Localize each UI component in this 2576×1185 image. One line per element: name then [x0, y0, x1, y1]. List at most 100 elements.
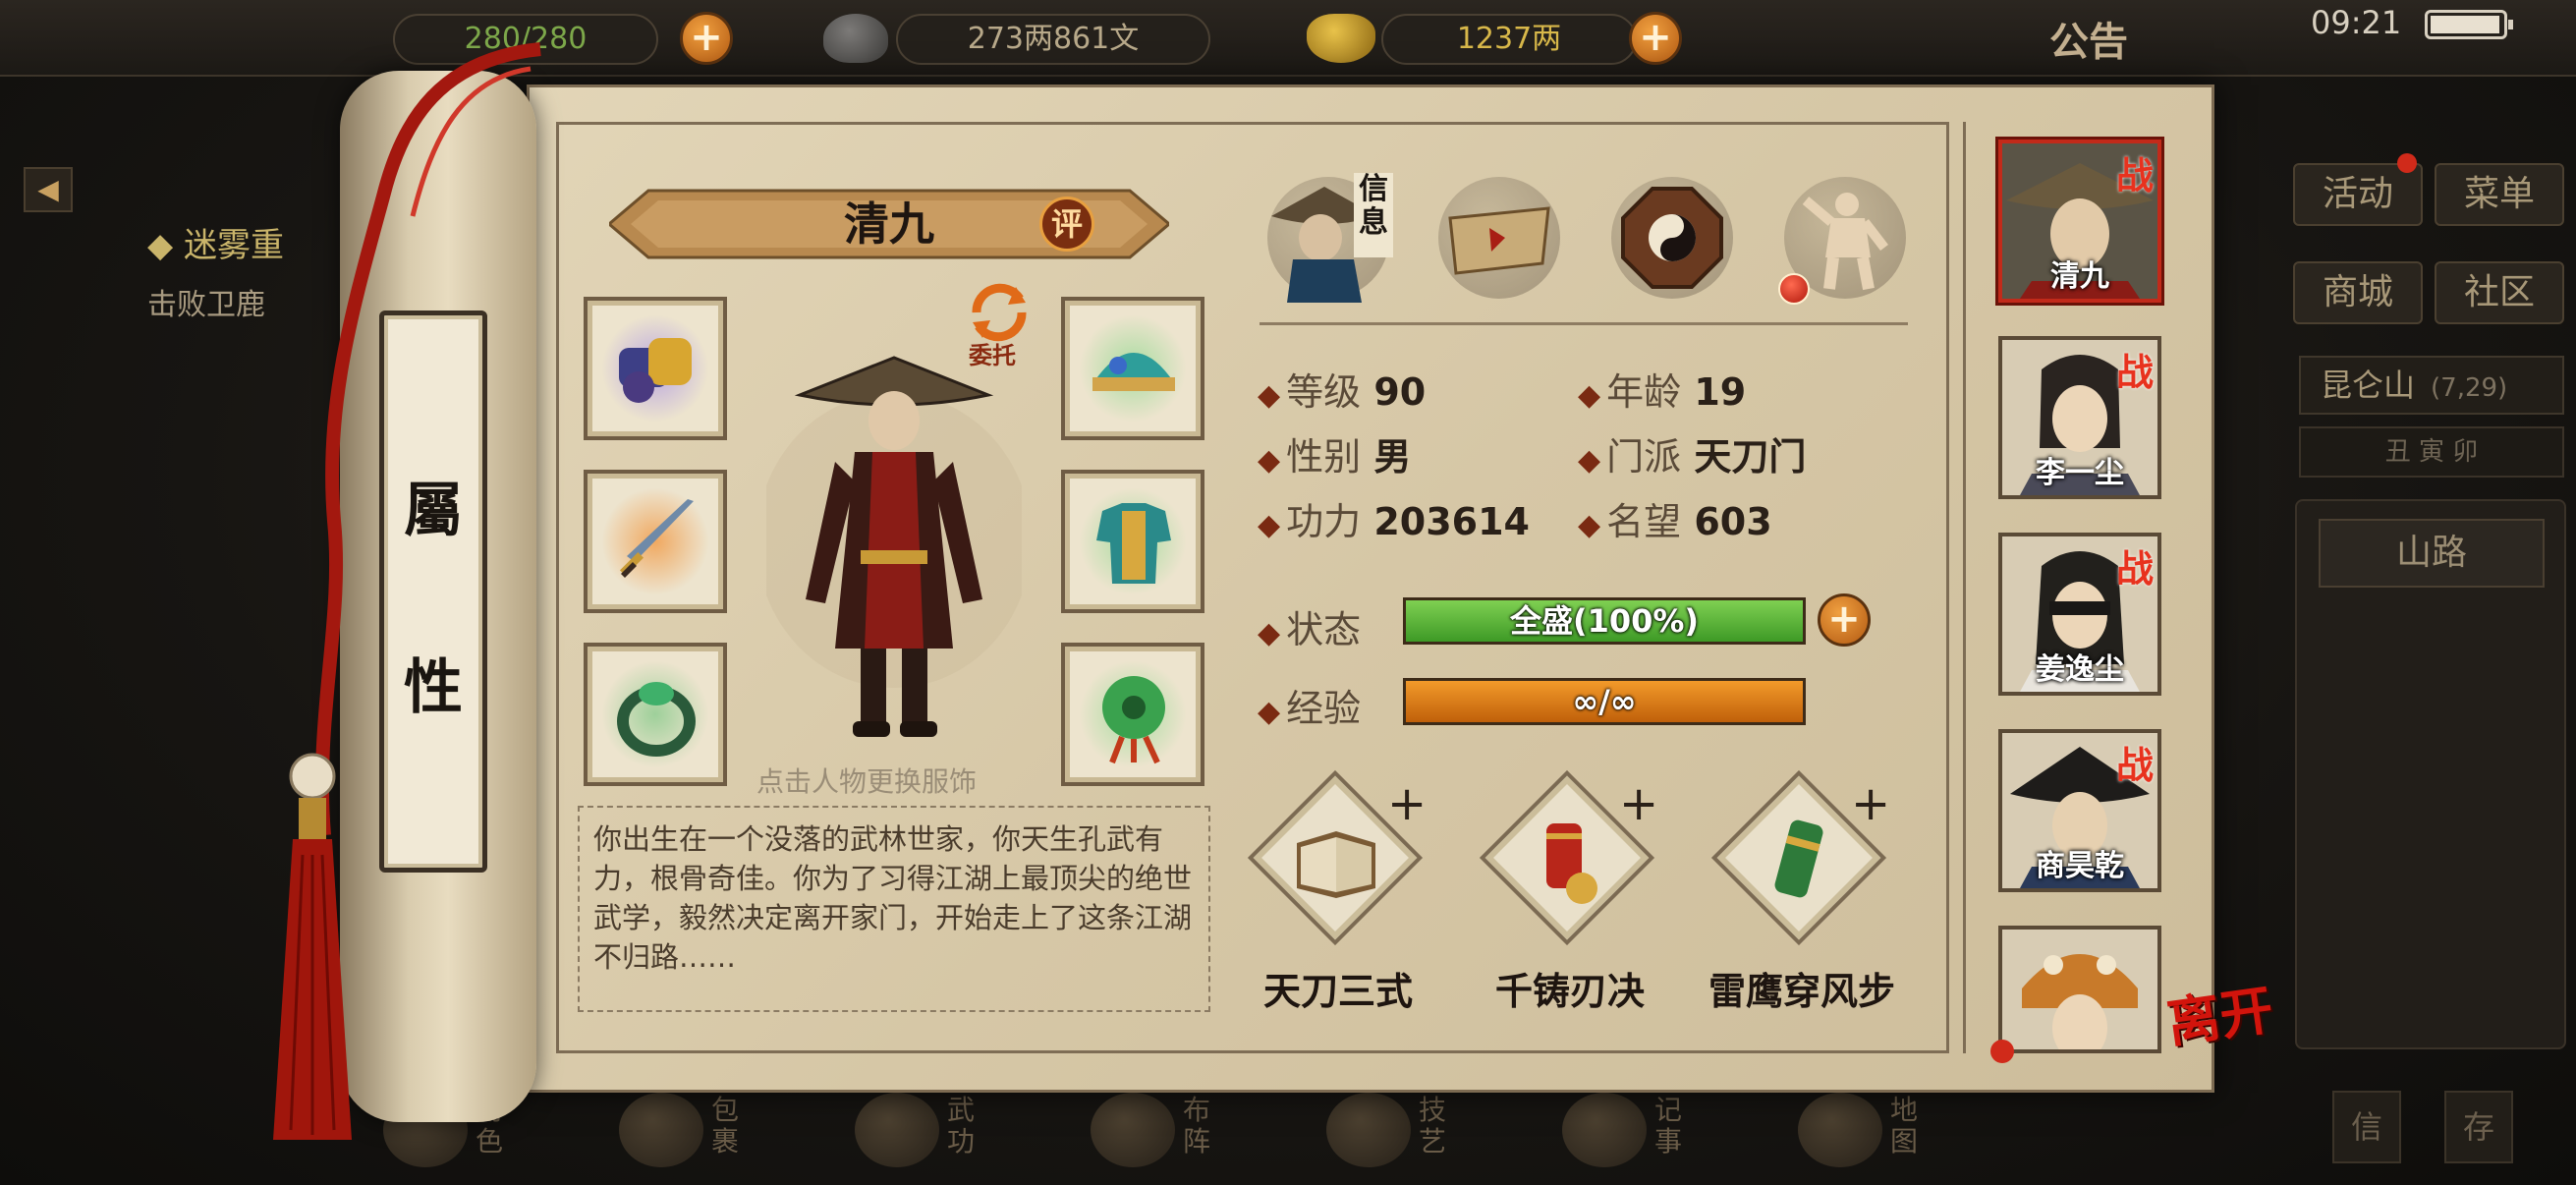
time-of-day-bar: 丑 寅 卯	[2299, 426, 2564, 478]
community-button[interactable]: 社区	[2435, 261, 2564, 324]
diamond-icon: ◆	[1258, 378, 1281, 413]
character-portrait[interactable]	[766, 324, 1022, 757]
scroll-map-icon	[1448, 206, 1550, 275]
map-icon	[1798, 1093, 1882, 1167]
nav-formation[interactable]: 布阵	[1081, 1083, 1267, 1181]
stat-gender: ◆ 性别 男	[1258, 426, 1411, 480]
formation-icon	[1091, 1093, 1175, 1167]
tab-meridian[interactable]	[1603, 169, 1741, 307]
bagua-icon	[1621, 187, 1723, 289]
nav-craft[interactable]: 技艺	[1316, 1083, 1503, 1181]
diamond-icon: ◆	[1578, 508, 1601, 542]
equip-slot-armor[interactable]	[1061, 470, 1204, 613]
stat-sect: ◆ 门派 天刀门	[1578, 426, 1806, 480]
member-name: 清九	[2050, 259, 2109, 294]
skill-slot-3[interactable]: + 雷鹰穿风步	[1704, 769, 1900, 1016]
stat-level: ◆ 等级 90	[1258, 362, 1426, 416]
attribute-tab[interactable]: 屬 性	[379, 310, 487, 873]
restore-state-button[interactable]: +	[1818, 593, 1871, 647]
attribute-tab-char-2: 性	[404, 653, 463, 722]
save-button[interactable]: 存	[2444, 1091, 2513, 1163]
exp-label: ◆ 经验	[1258, 678, 1361, 732]
nav-journal[interactable]: 记事	[1552, 1083, 1739, 1181]
skill-slot-1[interactable]: + 天刀三式	[1240, 769, 1436, 1016]
silver-coin-icon	[823, 14, 888, 63]
sword-icon	[619, 499, 694, 578]
member-5-red-dot	[1990, 1040, 2014, 1063]
add-skill-icon[interactable]: +	[1619, 780, 1658, 827]
diamond-icon: ◆	[1258, 443, 1281, 478]
attribute-tab-char-1: 屬	[404, 477, 463, 545]
equip-slot-ring[interactable]	[584, 643, 727, 786]
add-skill-icon[interactable]: +	[1851, 780, 1890, 827]
gold-ingot-icon	[1307, 14, 1375, 63]
route-panel: 山路	[2295, 499, 2566, 1049]
notice-button[interactable]: 公告	[2049, 10, 2128, 67]
menu-button[interactable]: 菜单	[2435, 163, 2564, 226]
equip-slot-helmet[interactable]	[1061, 297, 1204, 440]
green-scroll-icon	[1774, 819, 1823, 898]
add-gold-button[interactable]: +	[1629, 12, 1682, 65]
stat-fame: ◆ 名望 603	[1578, 491, 1772, 545]
evaluate-button[interactable]: 评	[1039, 197, 1094, 252]
nav-label: 地图	[1890, 1094, 1919, 1157]
battle-tag: 战	[2115, 350, 2154, 394]
state-label-text: 状态	[1286, 608, 1362, 651]
silver-display: 273两861文	[896, 14, 1210, 65]
gold-display: 1237两	[1381, 14, 1637, 65]
party-member-1[interactable]: 战 清九	[1998, 140, 2161, 303]
route-label: 山路	[2395, 533, 2467, 573]
add-skill-icon[interactable]: +	[1387, 780, 1427, 827]
craft-icon	[1326, 1093, 1411, 1167]
stat-label: 等级	[1286, 370, 1362, 414]
shop-button[interactable]: 商城	[2293, 261, 2423, 324]
equip-slot-gloves[interactable]	[584, 297, 727, 440]
exp-bar-text: ∞/∞	[1572, 683, 1637, 720]
party-member-2[interactable]: 战 李一尘	[1998, 336, 2161, 499]
nav-map[interactable]: 地图	[1788, 1083, 1975, 1181]
diamond-icon: ◆	[1258, 508, 1281, 542]
skill-name: 千铸刃决	[1494, 969, 1645, 1013]
stat-label: 性别	[1286, 435, 1362, 479]
tassel-decoration	[273, 753, 352, 1140]
diamond-icon: ◆	[1258, 616, 1281, 650]
battle-tag: 战	[2115, 153, 2154, 198]
martial-arts-icon	[855, 1093, 939, 1167]
battle-tag: 战	[2115, 546, 2154, 591]
skill-slot-2[interactable]: + 千铸刃决	[1472, 769, 1668, 1016]
tab-scroll[interactable]	[1430, 169, 1568, 307]
party-member-4[interactable]: 战 商昊乾	[1998, 729, 2161, 892]
location-name: 昆仑山	[2321, 367, 2416, 404]
tab-divider	[1260, 322, 1908, 325]
member-name: 姜逸尘	[2036, 652, 2124, 687]
add-stamina-button[interactable]: +	[680, 12, 733, 65]
leave-button[interactable]: 离开	[2163, 978, 2297, 1112]
location-display[interactable]: 昆仑山 (7,29)	[2299, 356, 2564, 415]
nav-label: 包裹	[711, 1094, 740, 1157]
nav-bag[interactable]: 包裹	[609, 1083, 796, 1181]
stat-value: 603	[1694, 500, 1772, 543]
nav-label: 技艺	[1419, 1094, 1447, 1157]
change-outfit-hint: 点击人物更换服饰	[756, 765, 978, 798]
info-tab-label: 信息	[1354, 173, 1393, 257]
party-member-5[interactable]	[1998, 926, 2161, 1053]
notification-dot	[1778, 273, 1810, 305]
location-coords: (7,29)	[2431, 373, 2508, 403]
equip-slot-accessory[interactable]	[1061, 643, 1204, 786]
bag-icon	[619, 1093, 703, 1167]
exp-label-text: 经验	[1286, 687, 1362, 730]
state-label: ◆ 状态	[1258, 599, 1361, 653]
nav-martial-arts[interactable]: 武功	[845, 1083, 1032, 1181]
stat-age: ◆ 年龄 19	[1578, 362, 1746, 416]
helmet-icon	[1092, 353, 1175, 391]
diamond-icon: ◆	[1578, 378, 1601, 413]
member-avatar	[2002, 930, 2157, 1049]
collapse-arrow-icon[interactable]: ◀	[24, 167, 73, 212]
route-button[interactable]: 山路	[2319, 519, 2545, 588]
equip-slot-weapon[interactable]	[584, 470, 727, 613]
letter-button[interactable]: 信	[2332, 1091, 2401, 1163]
member-name: 商昊乾	[2036, 849, 2124, 883]
party-member-3[interactable]: 战 姜逸尘	[1998, 533, 2161, 696]
gold-value: 1237两	[1456, 22, 1562, 56]
silver-value: 273两861文	[967, 22, 1140, 56]
